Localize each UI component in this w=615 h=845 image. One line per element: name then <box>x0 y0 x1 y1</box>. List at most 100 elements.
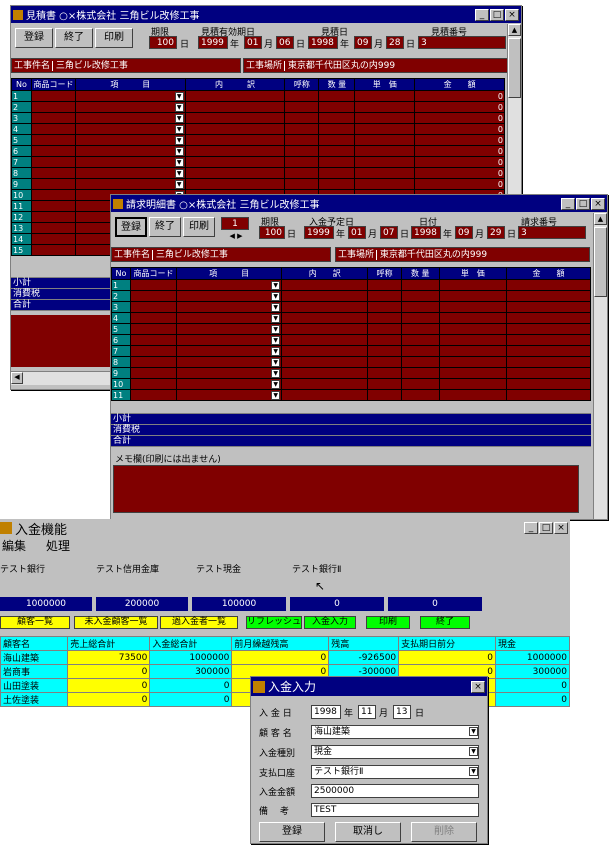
item-cell[interactable]: ▼ <box>176 345 283 357</box>
refresh-button[interactable]: リフレッシュ <box>246 616 302 629</box>
unit-price-cell[interactable] <box>438 279 507 291</box>
unit-price-cell[interactable] <box>438 334 507 346</box>
quantity-cell[interactable] <box>318 145 356 157</box>
chevron-down-icon[interactable]: ▼ <box>174 146 184 156</box>
chevron-down-icon[interactable]: ▼ <box>271 324 281 334</box>
product-code-cell[interactable] <box>30 167 76 179</box>
detail-cell[interactable] <box>281 367 369 379</box>
unit-price-cell[interactable] <box>354 167 416 179</box>
product-code-cell[interactable] <box>129 301 178 313</box>
product-code-cell[interactable] <box>30 222 76 234</box>
scroll-up-icon[interactable]: ▲ <box>508 24 521 36</box>
unit-name-cell[interactable] <box>367 334 402 346</box>
product-code-cell[interactable] <box>30 200 76 212</box>
dialog-titlebar[interactable]: 入金入力 × <box>251 677 487 696</box>
date-day[interactable]: 29 <box>487 226 505 239</box>
date-month[interactable]: 09 <box>455 226 473 239</box>
unit-price-cell[interactable] <box>438 367 507 379</box>
invoice-titlebar[interactable]: 請求明細書 ○×株式会社 三角ビル改修工事 _ □ × <box>111 195 607 212</box>
chevron-down-icon[interactable]: ▼ <box>271 346 281 356</box>
overpaid-list-button[interactable]: 過入金者一覧 <box>160 616 238 629</box>
register-button[interactable]: 登録 <box>259 822 325 842</box>
expire-month[interactable]: 01 <box>244 36 262 49</box>
product-code-cell[interactable] <box>30 244 76 256</box>
unit-price-cell[interactable] <box>354 134 416 146</box>
print-button[interactable]: 印刷 <box>95 28 133 48</box>
exit-button[interactable]: 終了 <box>55 28 93 48</box>
quantity-cell[interactable] <box>400 389 440 401</box>
unit-price-cell[interactable] <box>438 345 507 357</box>
paydue-year[interactable]: 1999 <box>304 226 334 239</box>
item-cell[interactable]: ▼ <box>74 101 186 113</box>
item-cell[interactable]: ▼ <box>176 290 283 302</box>
payment-entry-button[interactable]: 入金入力 <box>304 616 356 629</box>
close-icon[interactable]: × <box>471 680 485 693</box>
quantity-cell[interactable] <box>400 334 440 346</box>
product-code-cell[interactable] <box>30 211 76 223</box>
detail-cell[interactable] <box>281 389 369 401</box>
customer-select[interactable]: 海山建築 ▼ <box>311 725 479 739</box>
quantity-cell[interactable] <box>318 90 356 102</box>
unit-name-cell[interactable] <box>284 90 320 102</box>
unit-price-cell[interactable] <box>438 312 507 324</box>
scroll-thumb[interactable] <box>508 38 521 98</box>
item-cell[interactable]: ▼ <box>176 378 283 390</box>
close-icon[interactable]: × <box>505 8 519 21</box>
chevron-down-icon[interactable]: ▼ <box>469 767 478 776</box>
estno-field[interactable]: 3 <box>418 36 506 49</box>
product-code-cell[interactable] <box>129 356 178 368</box>
date-year-field[interactable]: 1998 <box>311 705 341 719</box>
unit-name-cell[interactable] <box>284 156 320 168</box>
chevron-down-icon[interactable]: ▼ <box>271 368 281 378</box>
unit-name-cell[interactable] <box>367 378 402 390</box>
minimize-icon[interactable]: _ <box>475 8 489 21</box>
expire-day[interactable]: 06 <box>276 36 294 49</box>
detail-cell[interactable] <box>184 112 286 124</box>
detail-cell[interactable] <box>281 345 369 357</box>
product-code-cell[interactable] <box>129 334 178 346</box>
chevron-down-icon[interactable]: ▼ <box>174 157 184 167</box>
scroll-up-icon[interactable]: ▲ <box>594 213 607 225</box>
unit-name-cell[interactable] <box>284 178 320 190</box>
item-cell[interactable]: ▼ <box>176 334 283 346</box>
minimize-icon[interactable]: _ <box>561 197 575 210</box>
item-cell[interactable]: ▼ <box>176 356 283 368</box>
menu-edit[interactable]: 編集 <box>2 537 26 553</box>
quantity-cell[interactable] <box>400 312 440 324</box>
quantity-cell[interactable] <box>400 367 440 379</box>
period-field[interactable]: 100 <box>149 36 177 49</box>
item-cell[interactable]: ▼ <box>74 178 186 190</box>
product-code-cell[interactable] <box>129 345 178 357</box>
chevron-down-icon[interactable]: ▼ <box>174 135 184 145</box>
product-code-cell[interactable] <box>30 112 76 124</box>
minimize-icon[interactable]: _ <box>524 522 538 534</box>
chevron-down-icon[interactable]: ▼ <box>271 313 281 323</box>
unit-name-cell[interactable] <box>367 312 402 324</box>
product-code-cell[interactable] <box>30 134 76 146</box>
note-field[interactable]: TEST <box>311 803 479 817</box>
unit-name-cell[interactable] <box>284 167 320 179</box>
item-cell[interactable]: ▼ <box>74 167 186 179</box>
product-code-cell[interactable] <box>129 389 178 401</box>
unit-price-cell[interactable] <box>438 389 507 401</box>
unit-price-cell[interactable] <box>354 145 416 157</box>
print-button[interactable]: 印刷 <box>366 616 410 629</box>
unit-name-cell[interactable] <box>367 279 402 291</box>
unit-name-cell[interactable] <box>367 356 402 368</box>
unit-name-cell[interactable] <box>284 112 320 124</box>
delete-button[interactable]: 削除 <box>411 822 477 842</box>
detail-cell[interactable] <box>281 312 369 324</box>
detail-cell[interactable] <box>184 90 286 102</box>
quantity-cell[interactable] <box>400 279 440 291</box>
item-cell[interactable]: ▼ <box>74 134 186 146</box>
close-icon[interactable]: × <box>554 522 568 534</box>
unit-price-cell[interactable] <box>354 178 416 190</box>
chevron-down-icon[interactable]: ▼ <box>271 291 281 301</box>
estdate-month[interactable]: 09 <box>354 36 372 49</box>
page-field[interactable]: 1 <box>221 217 249 230</box>
item-cell[interactable]: ▼ <box>176 312 283 324</box>
unit-price-cell[interactable] <box>354 90 416 102</box>
date-day-field[interactable]: 13 <box>393 705 411 719</box>
detail-cell[interactable] <box>281 323 369 335</box>
chevron-down-icon[interactable]: ▼ <box>271 390 281 400</box>
